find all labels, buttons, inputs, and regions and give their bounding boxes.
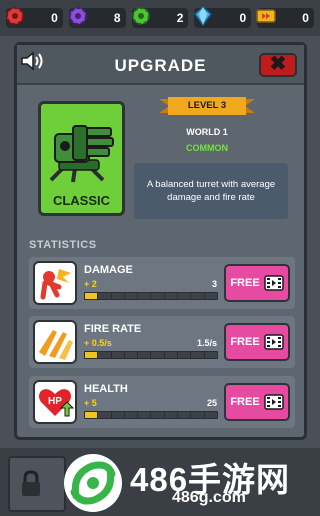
progress-segment [111,352,124,358]
blue-gem-icon [194,6,213,27]
damage-stat-icon [33,261,77,305]
progress-segment [98,352,111,358]
stat-row-fire-rate: FIRE RATE + 0.5/s 1.5/s FREE [29,316,295,368]
upgrade-modal: UPGRADE ✖ CLASSIC LEVEL 3 WORLD 1 COMMON… [14,42,307,440]
resource-value: 0 [51,11,58,25]
stat-increment: + 0.5/s [84,338,112,348]
progress-segment [151,412,164,418]
resource-green-gear: 2 [131,7,189,28]
free-label: FREE [230,396,260,408]
resource-purple-gear: 8 [68,7,126,28]
resource-value: 2 [176,11,184,25]
progress-segment [98,412,111,418]
turret-level: LEVEL 3 [187,100,227,111]
progress-segment [85,352,98,358]
stat-progress-bar [84,351,218,359]
resource-value: 8 [113,11,121,25]
free-label: FREE [230,336,260,348]
stat-value: 3 [211,279,217,289]
progress-segment [124,352,138,358]
modal-header: UPGRADE ✖ [17,45,304,85]
close-button[interactable]: ✖ [259,53,297,77]
progress-segment [111,412,124,418]
gatling-turret-icon [49,125,114,183]
progress-segment [124,293,138,299]
watermark-logo-icon [64,454,122,512]
watermark-url: 486g.com [172,489,246,506]
progress-segment [111,293,124,299]
turret-world: WORLD 1 [186,127,228,137]
red-gear-icon [6,7,24,25]
turret-name: CLASSIC [52,193,111,208]
health-stat-icon: HP [33,380,77,424]
stat-name: DAMAGE [84,264,133,276]
free-label: FREE [230,277,260,289]
stat-row-damage: DAMAGE + 2 3 FREE [29,257,295,309]
progress-segment [98,293,111,299]
ticket-icon [256,9,276,23]
progress-segment [164,412,178,418]
resource-red-gear: 0 [6,7,63,28]
free-upgrade-button[interactable]: FREE [224,264,290,302]
free-upgrade-button[interactable]: FREE [224,383,290,421]
progress-segment [85,293,98,299]
video-ad-icon [263,275,284,291]
progress-segment [178,412,191,418]
progress-segment [138,412,151,418]
video-ad-icon [263,394,284,410]
progress-segment [178,352,191,358]
progress-segment [204,293,217,299]
resource-blue-gem: 0 [194,6,252,28]
stat-value: 1.5/s [196,338,217,348]
stat-increment: + 5 [84,398,97,408]
progress-segment [191,412,204,418]
resource-value: 0 [302,11,309,25]
progress-segment [85,412,98,418]
resource-bar: 0 8 2 0 0 [0,0,320,36]
resource-yellow-ticket: 0 [256,8,314,28]
progress-segment [151,293,164,299]
svg-text:HP: HP [48,396,62,407]
green-gear-icon [131,7,150,25]
stat-value: 25 [206,398,217,408]
stat-progress-bar [84,411,218,419]
progress-segment [151,352,164,358]
turret-description: A balanced turret with average damage an… [134,163,288,219]
progress-segment [124,412,138,418]
stat-progress-bar [84,292,218,300]
turret-card: CLASSIC [38,101,125,216]
progress-segment [138,293,151,299]
progress-segment [204,352,217,358]
stat-name: HEALTH [84,383,128,395]
progress-segment [191,352,204,358]
video-ad-icon [263,334,284,350]
progress-segment [164,352,178,358]
progress-segment [178,293,191,299]
progress-segment [191,293,204,299]
progress-segment [164,293,178,299]
progress-segment [138,352,151,358]
free-upgrade-button[interactable]: FREE [224,323,290,361]
turret-rarity: COMMON [186,143,228,153]
lock-icon [22,470,40,496]
progress-segment [204,412,217,418]
stat-increment: + 2 [84,279,97,289]
resource-value: 0 [239,11,247,25]
stat-row-health: HP HEALTH + 5 25 FREE [29,376,295,428]
stat-name: FIRE RATE [84,323,142,335]
purple-gear-icon [68,7,87,25]
statistics-heading: STATISTICS [29,239,97,251]
fire-rate-stat-icon [33,320,77,364]
